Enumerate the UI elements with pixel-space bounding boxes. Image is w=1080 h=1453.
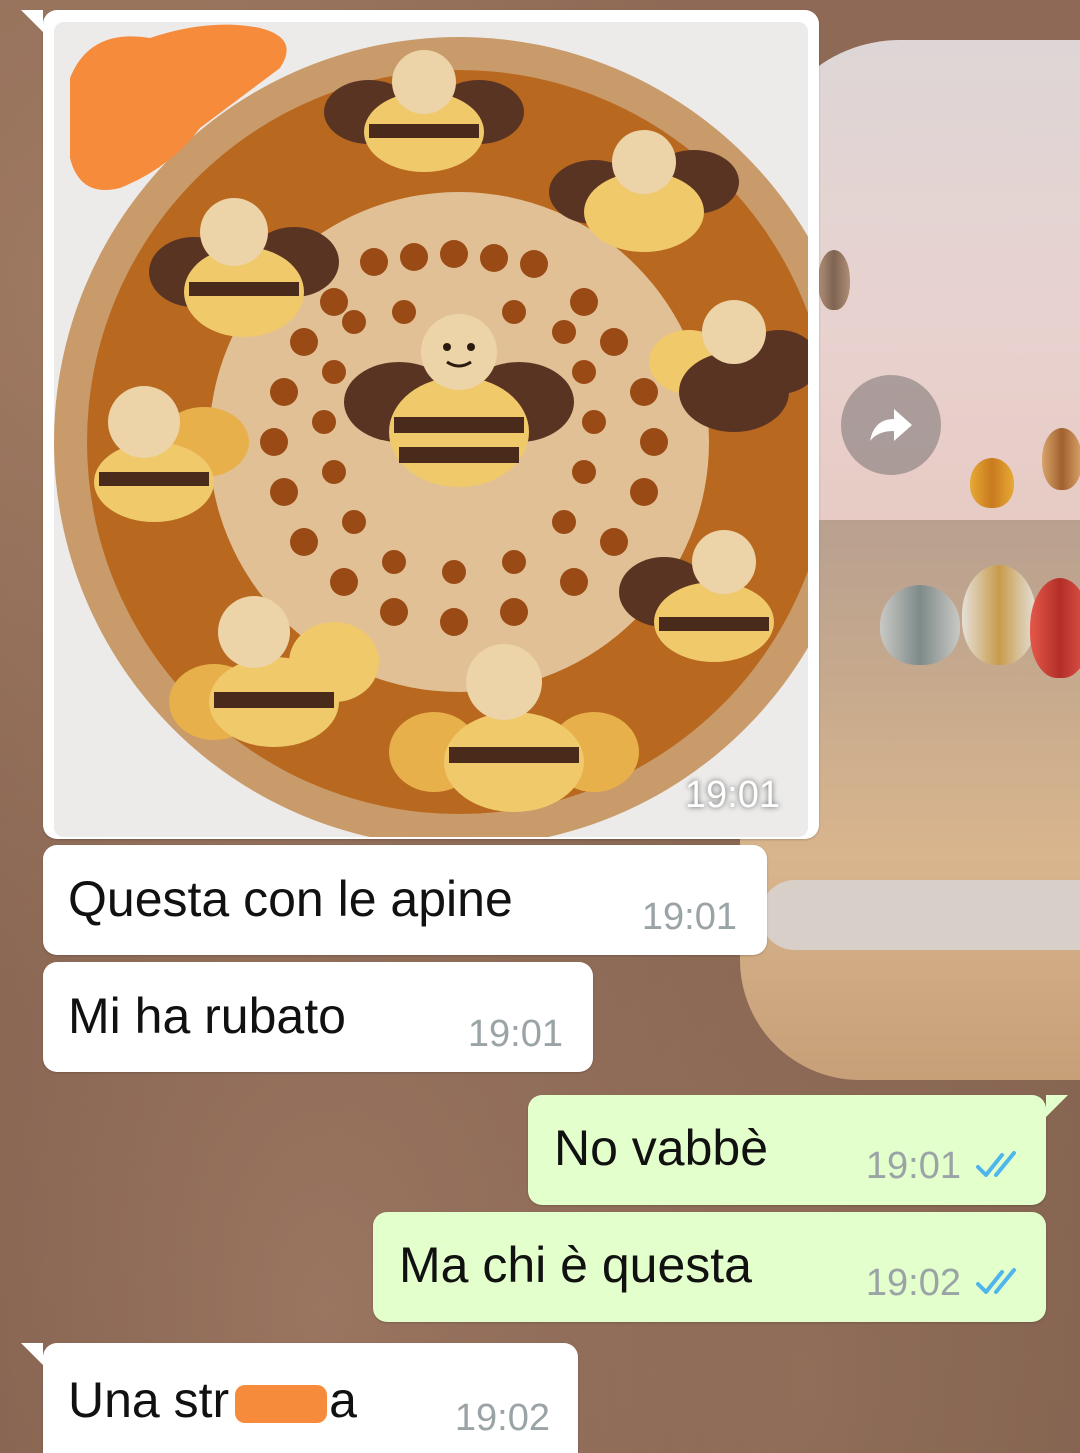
bee-tart-photo[interactable]: 19:01 — [54, 22, 808, 837]
message-timestamp: 19:01 — [467, 1013, 563, 1055]
forward-button[interactable] — [841, 375, 941, 475]
message-text: Ma chi è questa — [399, 1237, 752, 1293]
balloon-image — [818, 250, 850, 310]
balloon-image — [880, 585, 960, 665]
double-check-icon — [976, 1268, 1016, 1294]
outgoing-message[interactable]: No vabbè 19:01 — [528, 1095, 1068, 1205]
incoming-message[interactable]: Una str a 19:02 — [21, 1343, 578, 1453]
incoming-message[interactable]: Questa con le apine 19:01 — [43, 845, 767, 955]
incoming-message[interactable]: Mi ha rubato 19:01 — [43, 962, 593, 1072]
balloon-image — [1030, 578, 1080, 678]
message-timestamp: 19:01 — [641, 896, 737, 938]
message-timestamp: 19:02 — [454, 1397, 550, 1439]
double-check-icon — [976, 1151, 1016, 1177]
message-text: Questa con le apine — [68, 871, 513, 927]
balloon-image — [970, 458, 1014, 508]
wallpaper-road — [760, 880, 1080, 950]
redaction-mark — [235, 1385, 327, 1423]
outgoing-message[interactable]: Ma chi è questa 19:02 — [373, 1212, 1046, 1322]
image-timestamp: 19:01 — [684, 774, 780, 816]
forward-arrow-icon — [870, 409, 912, 441]
image-message[interactable]: 19:01 — [21, 10, 819, 839]
message-timestamp: 19:01 — [865, 1145, 961, 1187]
balloon-image — [962, 565, 1036, 665]
balloon-image — [1042, 428, 1080, 490]
message-text: No vabbè — [554, 1120, 769, 1176]
redaction-mark — [70, 24, 287, 190]
message-timestamp: 19:02 — [865, 1262, 961, 1304]
message-text: Mi ha rubato — [68, 988, 346, 1044]
